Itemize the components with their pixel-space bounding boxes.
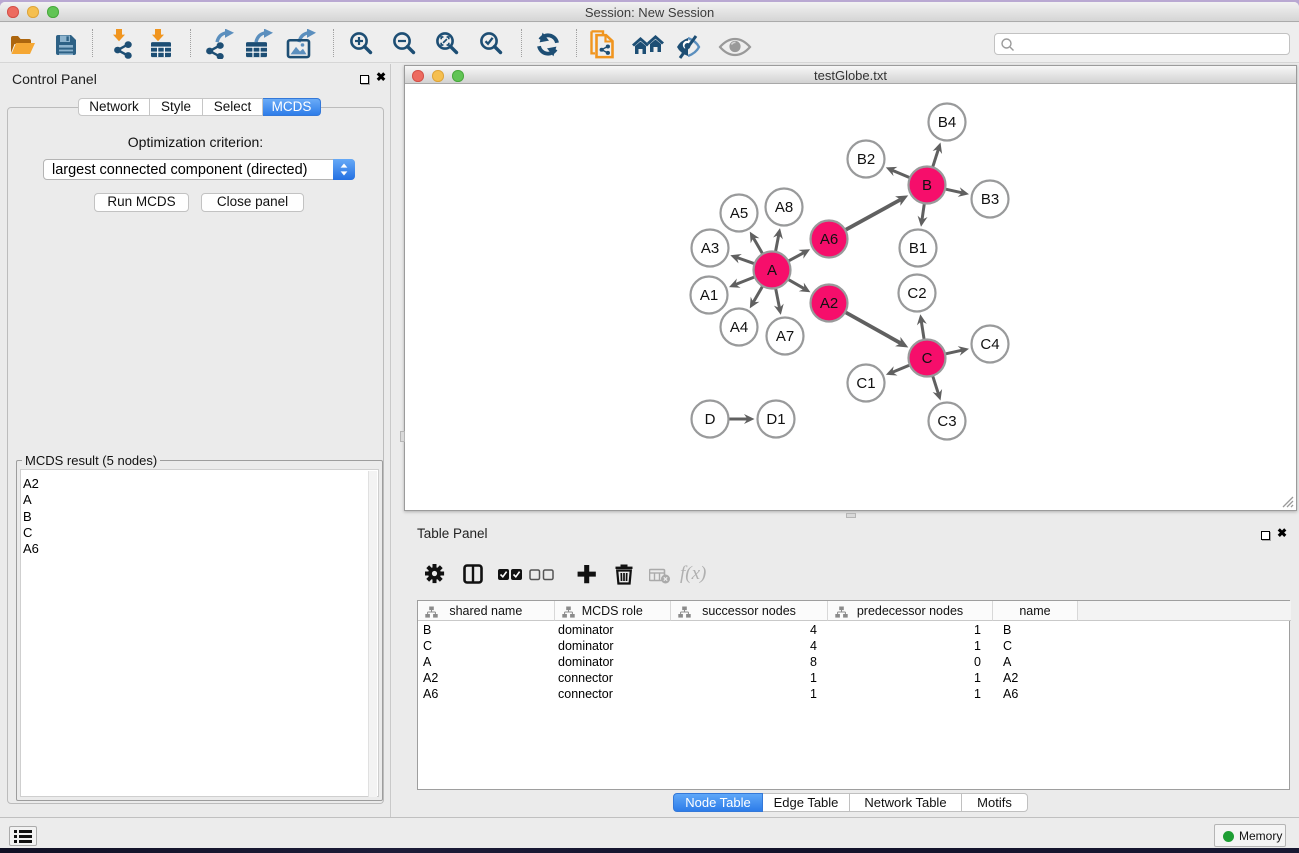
svg-text:C2: C2 <box>907 285 926 302</box>
svg-text:A5: A5 <box>730 205 748 222</box>
svg-text:A2: A2 <box>820 295 838 312</box>
svg-text:B1: B1 <box>909 240 927 257</box>
svg-text:B: B <box>922 177 932 194</box>
svg-text:B2: B2 <box>857 151 875 168</box>
svg-text:A7: A7 <box>776 328 794 345</box>
svg-text:C4: C4 <box>980 336 999 353</box>
svg-text:A: A <box>767 262 777 279</box>
svg-text:A4: A4 <box>730 319 748 336</box>
svg-text:C3: C3 <box>937 413 956 430</box>
svg-text:A8: A8 <box>775 199 793 216</box>
svg-text:B3: B3 <box>981 191 999 208</box>
svg-text:C: C <box>922 350 933 367</box>
svg-text:A1: A1 <box>700 287 718 304</box>
svg-text:B4: B4 <box>938 114 956 131</box>
svg-text:D: D <box>705 411 716 428</box>
svg-text:C1: C1 <box>856 375 875 392</box>
svg-text:A6: A6 <box>820 231 838 248</box>
svg-text:D1: D1 <box>766 411 785 428</box>
svg-text:A3: A3 <box>701 240 719 257</box>
